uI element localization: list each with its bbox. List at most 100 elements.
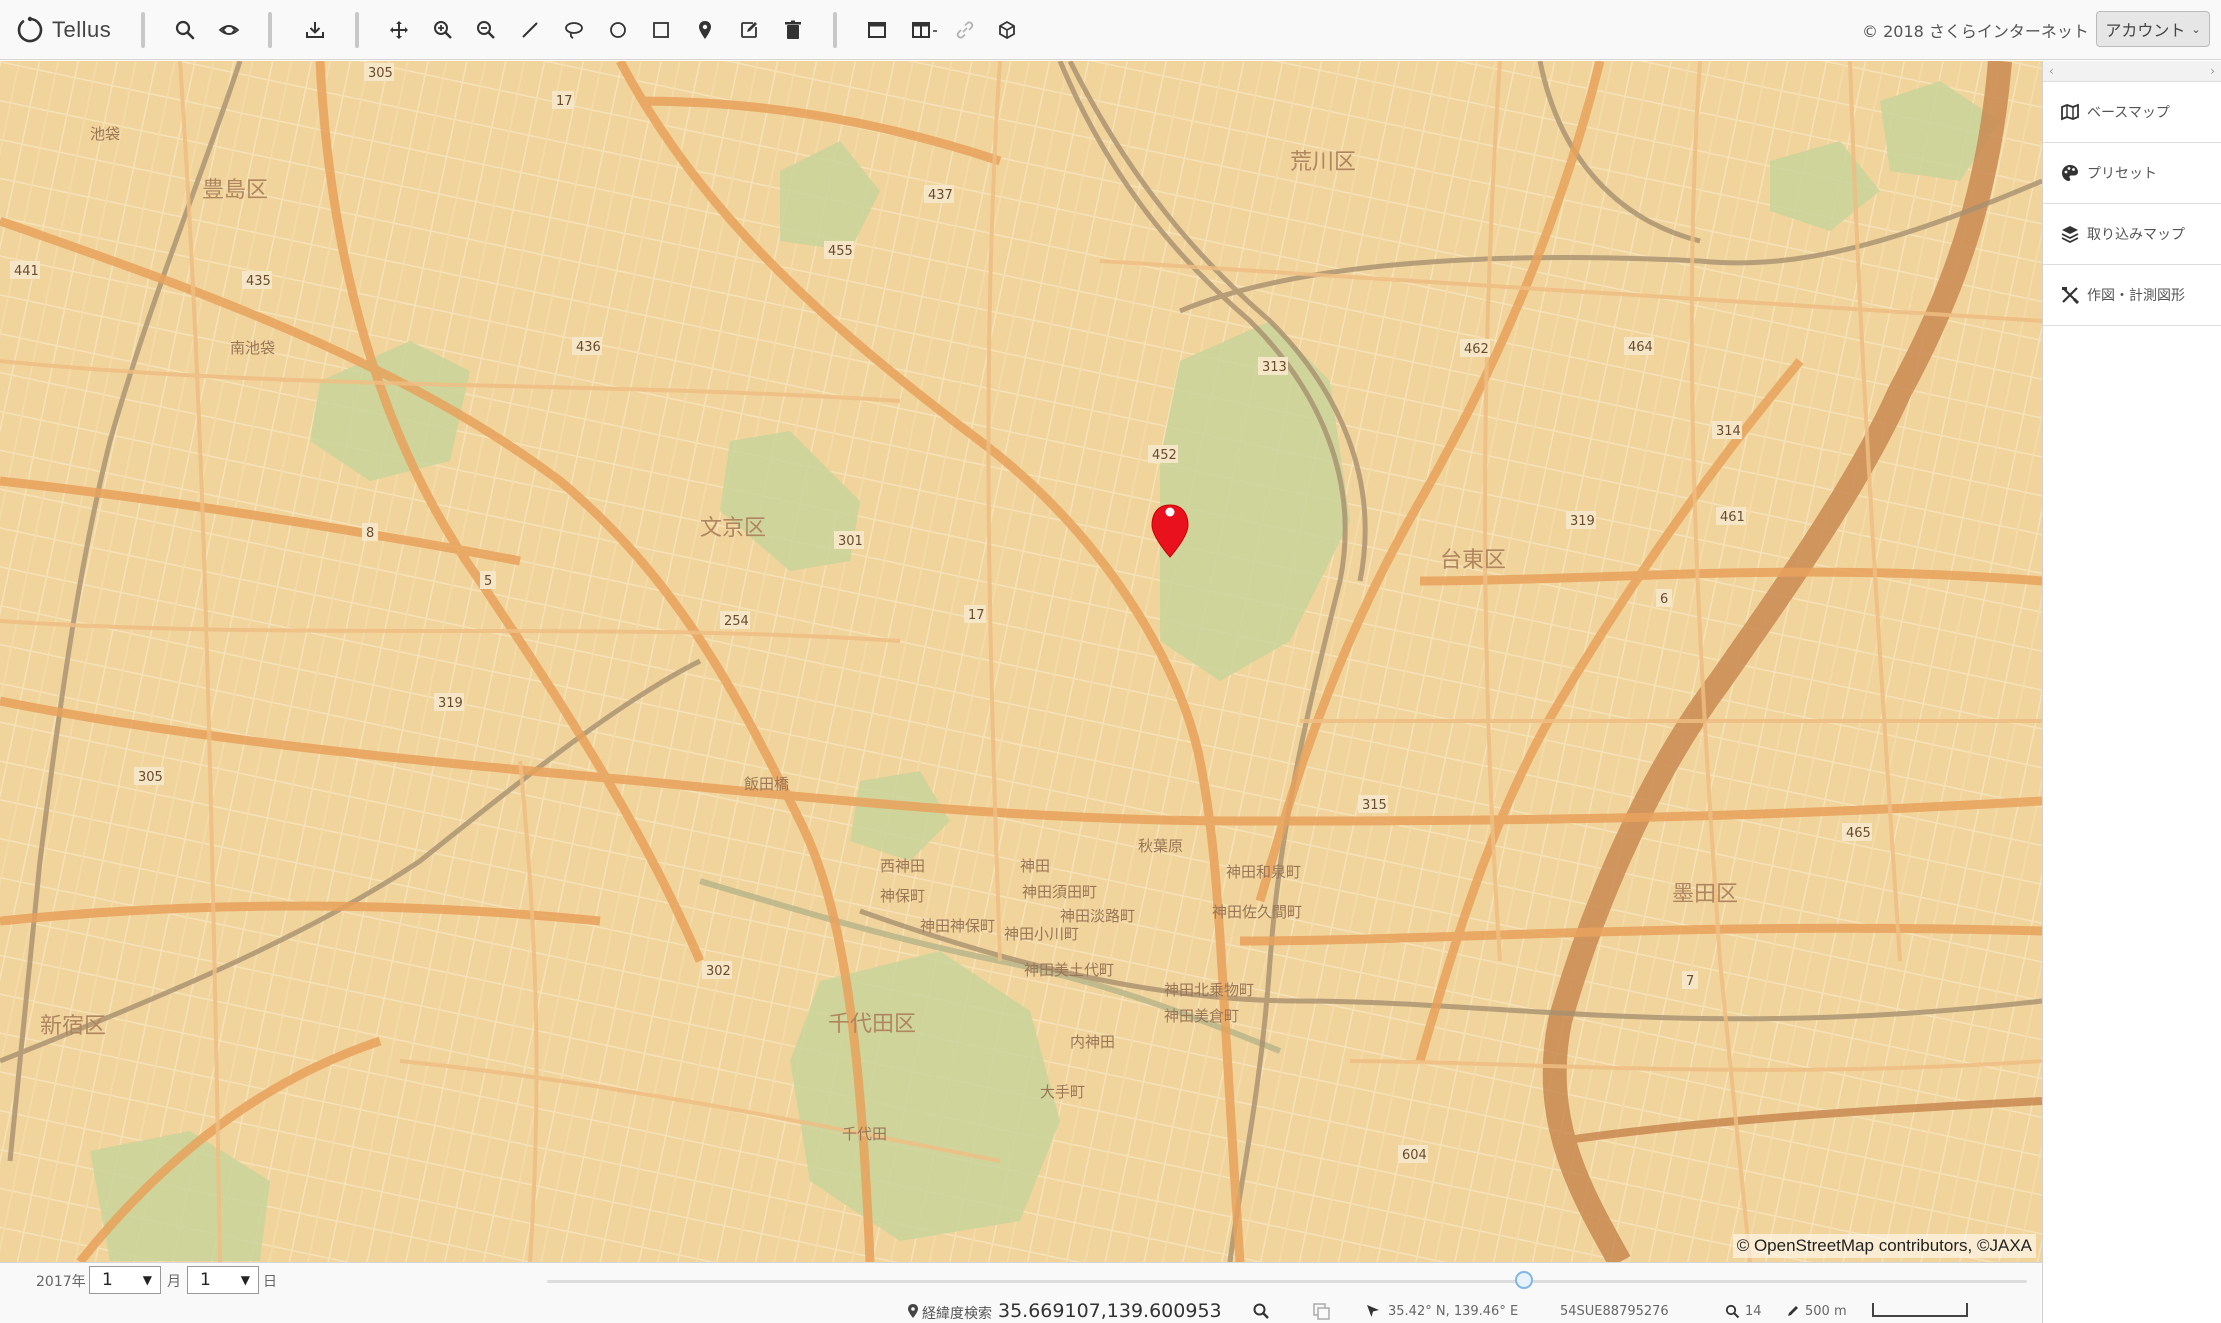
- svg-text:荒川区: 荒川区: [1290, 150, 1356, 175]
- toolbar-separator: [833, 12, 837, 48]
- svg-text:西神田: 西神田: [880, 857, 925, 875]
- svg-text:604: 604: [1402, 1148, 1427, 1163]
- panel-item-label: 作図・計測図形: [2087, 288, 2185, 304]
- panel-collapse-bar[interactable]: ‹ ›: [2043, 61, 2221, 82]
- copyright-text: © 2018 さくらインターネット: [1862, 22, 2089, 41]
- map-canvas[interactable]: 豊島区 荒川区 文京区 台東区 墨田区 千代田区 新宿区 池袋 南池袋 秋葉原 …: [0, 61, 2042, 1262]
- copy-icon[interactable]: [1313, 1303, 1331, 1321]
- share-view-button[interactable]: [213, 15, 245, 45]
- svg-text:飯田橋: 飯田橋: [744, 775, 789, 793]
- svg-text:461: 461: [1720, 510, 1745, 525]
- svg-text:302: 302: [706, 964, 731, 979]
- toolbar-separator: [355, 12, 359, 48]
- draw-polygon-button[interactable]: [558, 15, 590, 45]
- pan-button[interactable]: [383, 15, 415, 45]
- trash-icon: [785, 20, 801, 39]
- panel-item-drawing-measure[interactable]: 作図・計測図形: [2043, 265, 2221, 326]
- download-button[interactable]: [299, 15, 331, 45]
- zoom-out-icon: [477, 21, 495, 39]
- account-button[interactable]: アカウント ⌄: [2096, 11, 2210, 47]
- search-icon: [175, 20, 195, 40]
- month-value: 1: [102, 1270, 113, 1290]
- svg-text:文京区: 文京区: [700, 516, 766, 541]
- lasso-icon: [565, 22, 583, 39]
- zoom-out-button[interactable]: [470, 15, 502, 45]
- status-row: 経緯度検索 35.42° N, 139.46° E 54SUE88795276 …: [0, 1299, 2042, 1323]
- svg-text:6: 6: [1660, 592, 1668, 607]
- toolbar-separator: [268, 12, 272, 48]
- link-icon: [956, 21, 974, 39]
- split-view-dropdown[interactable]: [905, 15, 945, 45]
- month-select[interactable]: 1 ▼: [89, 1266, 161, 1294]
- cursor-coordinates: 35.42° N, 139.46° E: [1388, 1304, 1519, 1319]
- svg-text:452: 452: [1152, 448, 1177, 463]
- month-unit-label: 月: [167, 1274, 181, 1290]
- panel-item-basemap[interactable]: ベースマップ: [2043, 82, 2221, 143]
- svg-text:305: 305: [138, 770, 163, 785]
- place-marker-button[interactable]: [689, 15, 721, 45]
- svg-text:437: 437: [928, 188, 953, 203]
- svg-text:7: 7: [1686, 974, 1694, 989]
- panel-item-label: 取り込みマップ: [2087, 227, 2185, 243]
- tellus-logo-icon: [17, 16, 43, 43]
- scale-bar: [1872, 1303, 1968, 1317]
- search-button[interactable]: [169, 15, 201, 45]
- toolbar-separator: [141, 12, 145, 48]
- svg-text:豊島区: 豊島区: [202, 178, 268, 203]
- side-panel: ‹ › ベースマップ プリセット 取り込みマップ 作図・計測図形: [2042, 61, 2221, 1323]
- svg-text:17: 17: [968, 608, 985, 623]
- svg-text:神田美倉町: 神田美倉町: [1164, 1007, 1239, 1025]
- chevron-left-icon[interactable]: ‹: [2049, 64, 2054, 78]
- svg-text:神田北乗物町: 神田北乗物町: [1164, 981, 1254, 999]
- panel-item-preset[interactable]: プリセット: [2043, 143, 2221, 204]
- panel-item-label: ベースマップ: [2087, 105, 2170, 121]
- circle-icon: [610, 22, 626, 38]
- panel-item-imported-map[interactable]: 取り込みマップ: [2043, 204, 2221, 265]
- dropdown-arrow-icon: ▼: [142, 1273, 152, 1287]
- sync-link-button[interactable]: [949, 15, 981, 45]
- timeline-slider-track[interactable]: [547, 1280, 2027, 1283]
- edit-feature-button[interactable]: [733, 15, 765, 45]
- draw-circle-button[interactable]: [602, 15, 634, 45]
- 3d-view-button[interactable]: [991, 15, 1023, 45]
- panel-item-label: プリセット: [2087, 166, 2157, 182]
- svg-text:神田淡路町: 神田淡路町: [1060, 907, 1135, 925]
- chevron-down-icon: ⌄: [2191, 22, 2201, 36]
- search-icon[interactable]: [1252, 1302, 1270, 1320]
- layers-icon: [2061, 226, 2079, 243]
- bottom-bar: 2017年 1 ▼ 月 1 ▼ 日 経緯度検索 35.42° N, 139.46…: [0, 1262, 2042, 1323]
- svg-text:319: 319: [1570, 514, 1595, 529]
- chevron-right-icon[interactable]: ›: [2210, 64, 2215, 78]
- zoom-in-button[interactable]: [427, 15, 459, 45]
- single-view-button[interactable]: [861, 15, 893, 45]
- delete-button[interactable]: [777, 15, 809, 45]
- svg-text:315: 315: [1362, 798, 1387, 813]
- scale-label: 500 m: [1805, 1304, 1847, 1319]
- svg-text:神田佐久間町: 神田佐久間町: [1212, 903, 1302, 921]
- split-window-icon: [912, 22, 937, 38]
- top-toolbar: Tellus © 2018 さくらインターネット アカウント ⌄: [0, 0, 2221, 60]
- map-pin-icon: [699, 21, 711, 39]
- geo-search-input[interactable]: [998, 1299, 1236, 1323]
- svg-text:神田和泉町: 神田和泉町: [1226, 863, 1301, 881]
- svg-text:神保町: 神保町: [880, 887, 925, 905]
- download-icon: [306, 22, 324, 38]
- svg-text:305: 305: [368, 66, 393, 81]
- draw-line-button[interactable]: [514, 15, 546, 45]
- svg-text:秋葉原: 秋葉原: [1138, 837, 1183, 855]
- draw-rectangle-button[interactable]: [645, 15, 677, 45]
- app-logo[interactable]: Tellus: [14, 13, 111, 47]
- svg-text:新宿区: 新宿区: [40, 1014, 106, 1039]
- window-icon: [868, 22, 886, 38]
- svg-text:314: 314: [1716, 424, 1741, 439]
- timeline-slider-handle[interactable]: [1514, 1271, 1533, 1289]
- svg-text:池袋: 池袋: [90, 125, 120, 143]
- svg-text:千代田区: 千代田区: [828, 1012, 916, 1037]
- svg-text:301: 301: [838, 534, 863, 549]
- map-tiles[interactable]: 豊島区 荒川区 文京区 台東区 墨田区 千代田区 新宿区 池袋 南池袋 秋葉原 …: [0, 61, 2042, 1262]
- account-label: アカウント: [2105, 21, 2186, 40]
- svg-text:神田: 神田: [1020, 857, 1050, 875]
- day-select[interactable]: 1 ▼: [187, 1266, 259, 1294]
- svg-text:南池袋: 南池袋: [230, 339, 275, 357]
- line-icon: [522, 22, 538, 38]
